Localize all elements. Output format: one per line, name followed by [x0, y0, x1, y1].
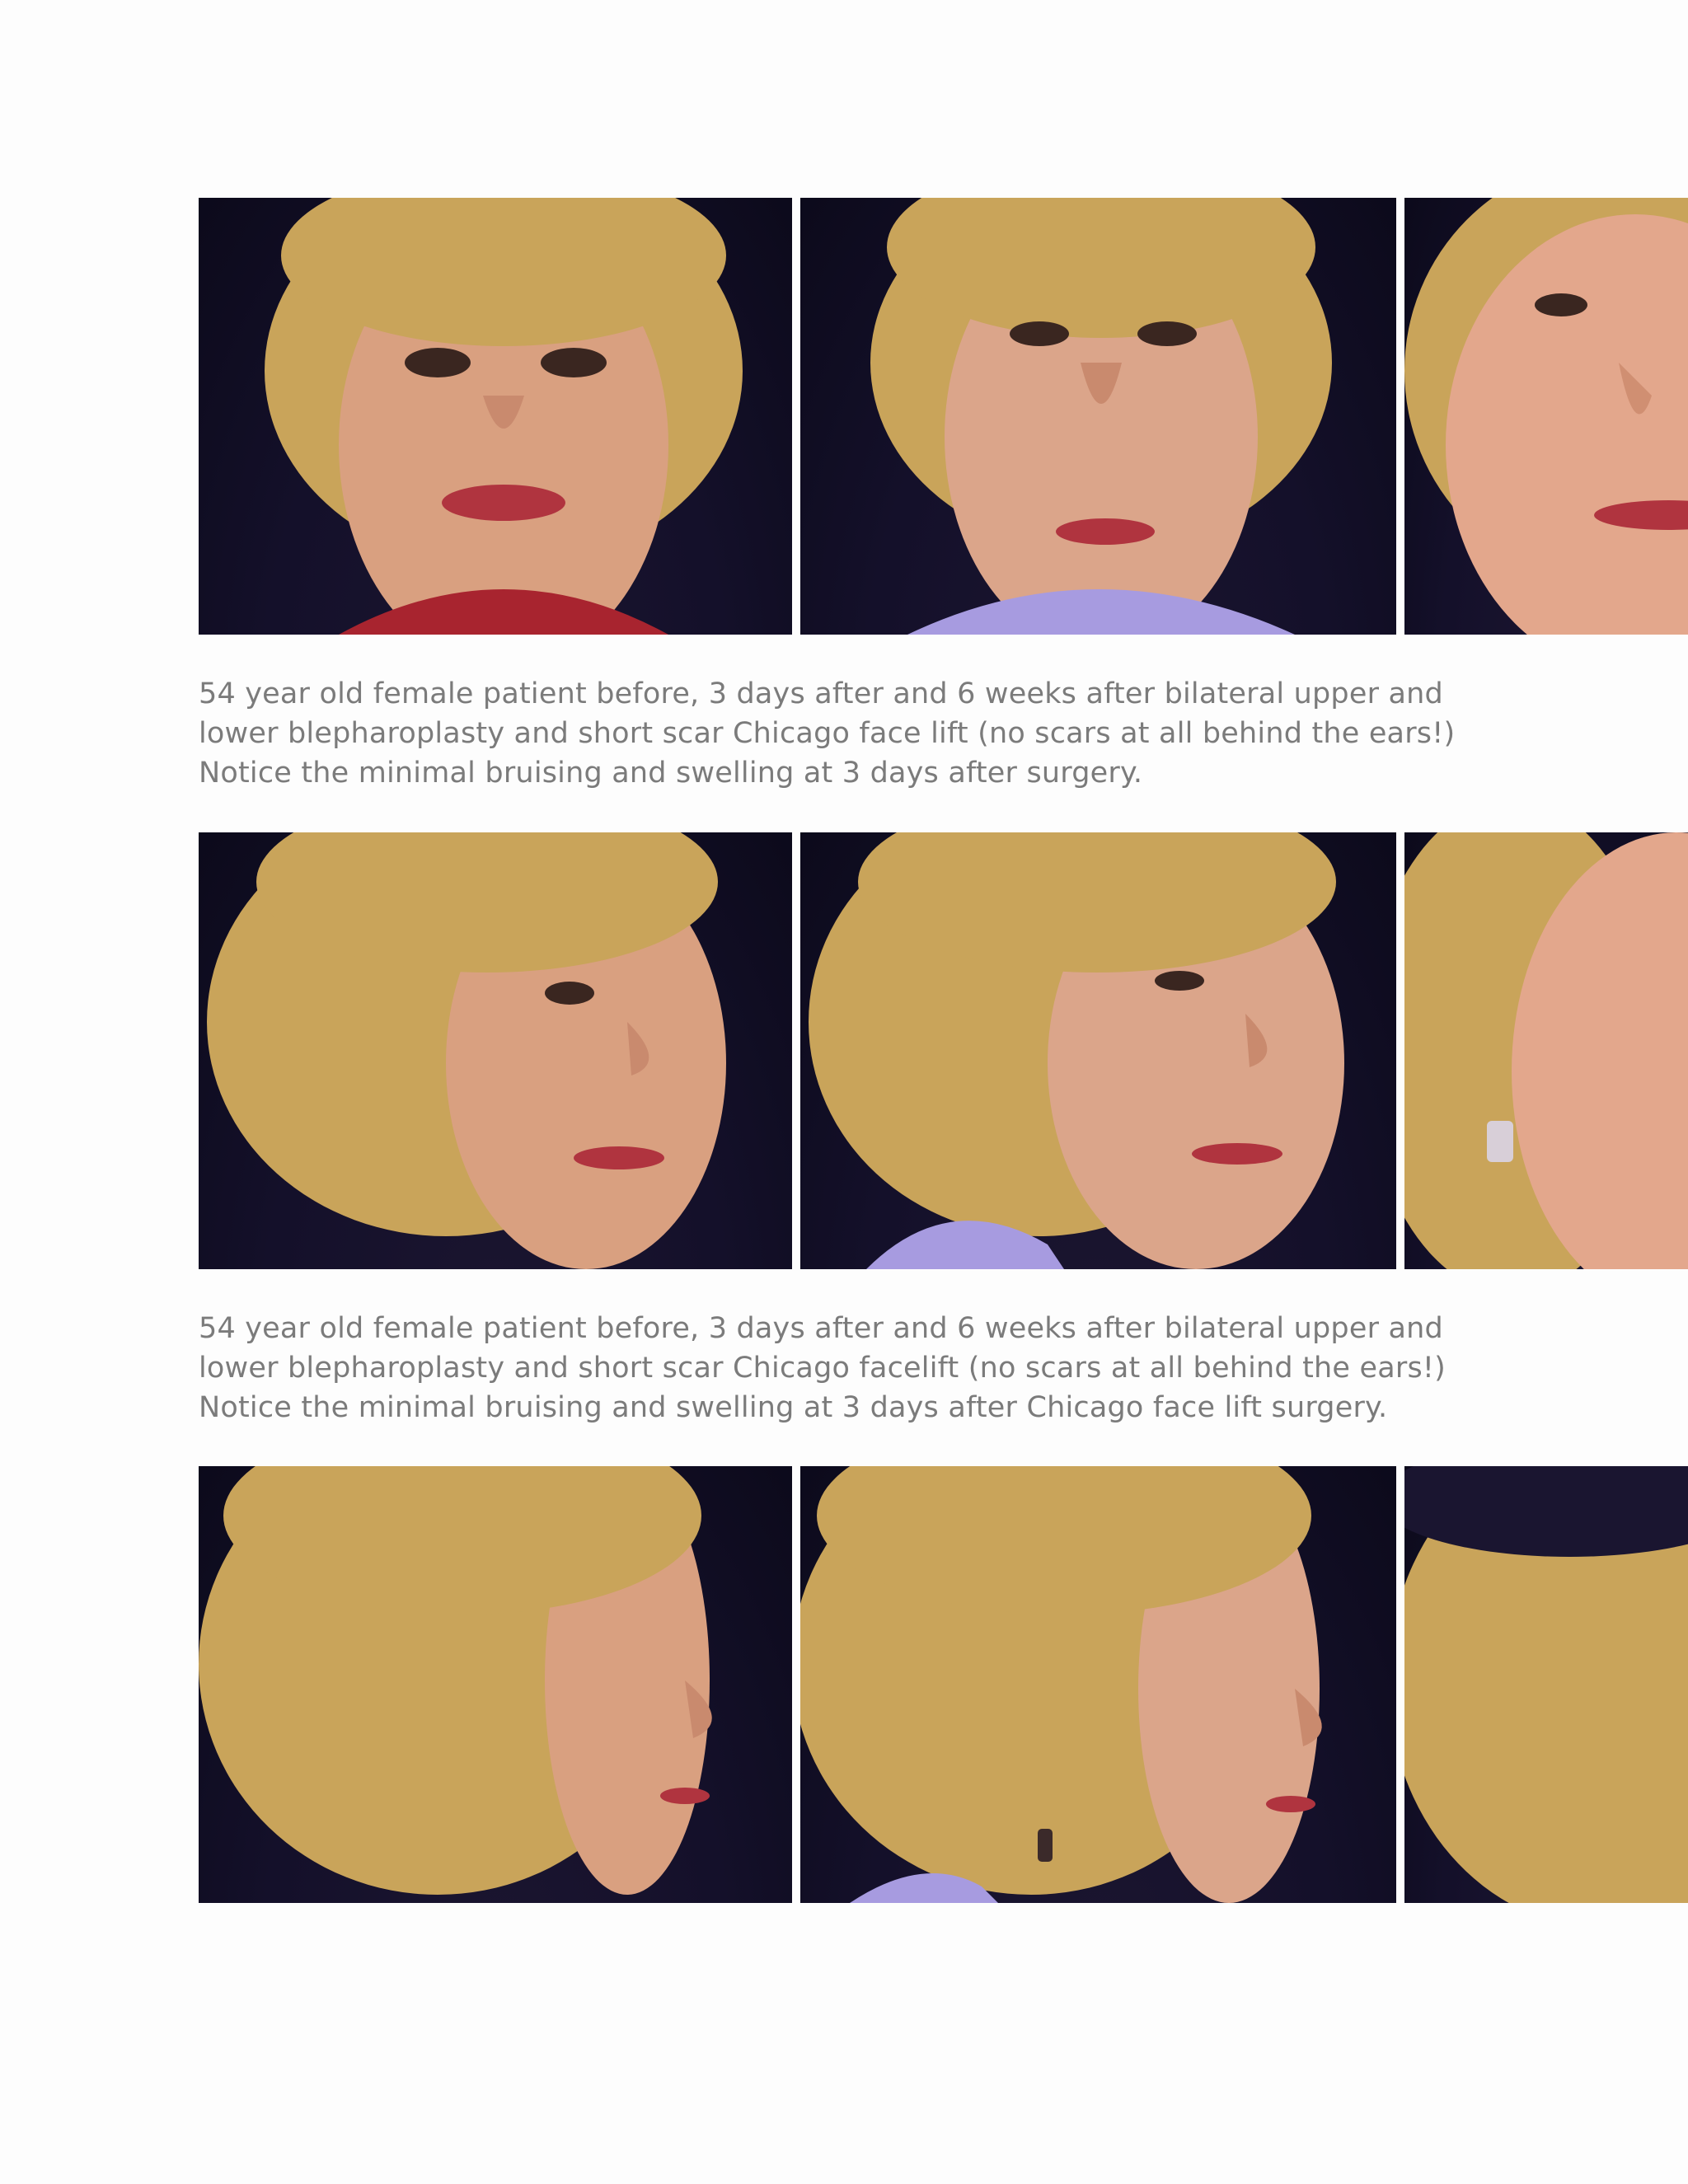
photo-before-frontal[interactable]: [199, 198, 792, 635]
photo-3-days-oblique[interactable]: [800, 832, 1396, 1269]
photo-6-weeks-frontal[interactable]: [1404, 198, 1688, 635]
photo-row-frontal: [199, 198, 1688, 635]
photo-3-days-frontal[interactable]: [800, 198, 1396, 635]
caption-frontal: 54 year old female patient before, 3 day…: [199, 677, 1456, 790]
photo-6-weeks-oblique[interactable]: [1404, 832, 1688, 1269]
photo-before-oblique[interactable]: [199, 832, 792, 1269]
photo-row-profile: [199, 1466, 1688, 1903]
photo-before-profile[interactable]: [199, 1466, 792, 1903]
photo-6-weeks-profile[interactable]: [1404, 1466, 1688, 1903]
photo-3-days-profile[interactable]: [800, 1466, 1396, 1903]
photo-row-oblique: [199, 832, 1688, 1269]
caption-oblique: 54 year old female patient before, 3 day…: [199, 1312, 1446, 1424]
page: 54 year old female patient before, 3 day…: [0, 0, 1688, 2184]
